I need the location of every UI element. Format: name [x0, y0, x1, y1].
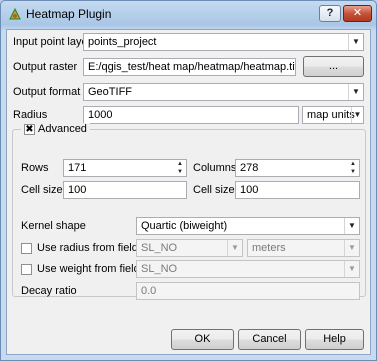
radius-label: Radius [13, 109, 48, 121]
input-point-layer-label: Input point layer [13, 36, 92, 48]
columns-label: Columns [193, 162, 237, 174]
advanced-title-label: Advanced [38, 123, 87, 135]
window-title: Heatmap Plugin [26, 7, 112, 21]
input-point-layer-select[interactable]: points_project ▼ [83, 33, 364, 51]
weight-field-select[interactable]: SL_NO ▼ [136, 260, 360, 278]
title-bar[interactable]: Heatmap Plugin ? ✕ [1, 1, 376, 29]
close-button[interactable]: ✕ [343, 5, 372, 22]
rows-spinbox[interactable]: 171 ▲ ▼ [63, 159, 187, 177]
output-raster-label: Output raster [13, 61, 78, 73]
output-format-label: Output format [13, 86, 81, 98]
use-radius-from-field-checkbox[interactable] [21, 243, 32, 254]
rows-value: 171 [68, 162, 87, 174]
heatmap-plugin-dialog: Heatmap Plugin ? ✕ Input point layer poi… [0, 0, 377, 361]
dialog-body: Input point layer points_project ▼ Outpu… [6, 29, 371, 355]
output-raster-input[interactable]: E:/qgis_test/heat map/heatmap/heatmap.ti… [83, 58, 296, 76]
kernel-shape-label: Kernel shape [21, 220, 86, 232]
radius-field-select[interactable]: SL_NO ▼ [136, 239, 243, 257]
use-weight-from-field-label: Use weight from field [37, 263, 140, 275]
radius-field-units-select[interactable]: meters ▼ [247, 239, 360, 257]
title-help-button[interactable]: ? [319, 5, 341, 22]
input-point-layer-value: points_project [88, 36, 157, 48]
use-weight-from-field-checkbox[interactable] [21, 264, 32, 275]
heatmap-plugin-icon [9, 7, 21, 20]
spin-arrows-icon[interactable]: ▲ ▼ [347, 160, 359, 176]
rows-label: Rows [21, 162, 49, 174]
weight-field-value: SL_NO [141, 263, 178, 275]
output-format-select[interactable]: GeoTIFF ▼ [83, 83, 364, 101]
kernel-shape-select[interactable]: Quartic (biweight) ▼ [136, 217, 360, 235]
cell-size-x-input[interactable]: 100 [63, 181, 187, 199]
chevron-down-icon: ▼ [351, 107, 363, 123]
radius-units-select[interactable]: map units ▼ [302, 106, 364, 124]
spin-arrows-icon[interactable]: ▲ ▼ [174, 160, 186, 176]
ok-button[interactable]: OK [171, 329, 234, 350]
advanced-group: ✖ Advanced Rows 171 ▲ ▼ Columns 278 ▲ ▼ Ce… [12, 123, 366, 300]
output-format-value: GeoTIFF [88, 86, 133, 98]
browse-button[interactable]: ... [303, 56, 364, 77]
help-button[interactable]: Help [305, 329, 364, 350]
chevron-down-icon: ▼ [344, 240, 359, 256]
radius-field-value: SL_NO [141, 242, 178, 254]
cell-size-y-input[interactable]: 100 [235, 181, 360, 199]
decay-ratio-input[interactable]: 0.0 [136, 282, 360, 300]
chevron-down-icon: ▼ [227, 240, 242, 256]
use-radius-from-field-label: Use radius from field [37, 242, 138, 254]
advanced-group-title[interactable]: ✖ Advanced [21, 123, 90, 135]
cancel-button[interactable]: Cancel [238, 329, 301, 350]
chevron-down-icon: ▼ [348, 84, 363, 100]
columns-value: 278 [240, 162, 259, 174]
radius-input[interactable]: 1000 [83, 106, 299, 124]
decay-ratio-label: Decay ratio [21, 285, 77, 297]
radius-units-value: map units [307, 109, 355, 121]
kernel-shape-value: Quartic (biweight) [141, 220, 228, 232]
radius-field-units-value: meters [252, 242, 286, 254]
chevron-down-icon: ▼ [344, 261, 359, 277]
chevron-down-icon: ▼ [344, 218, 359, 234]
chevron-down-icon: ▼ [348, 34, 363, 50]
columns-spinbox[interactable]: 278 ▲ ▼ [235, 159, 360, 177]
advanced-checkbox[interactable]: ✖ [24, 123, 35, 135]
